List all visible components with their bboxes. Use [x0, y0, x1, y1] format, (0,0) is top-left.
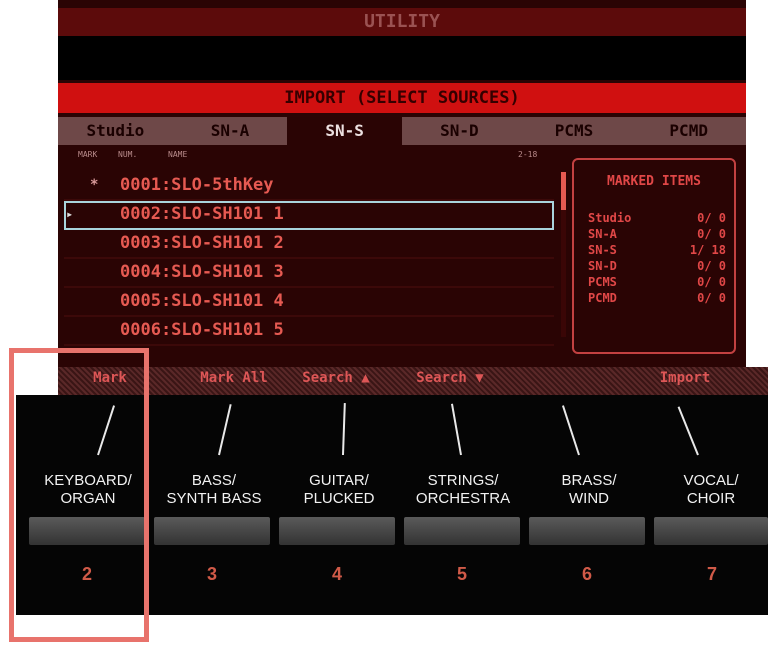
brass-wind-button[interactable]: [529, 517, 645, 545]
tab-studio[interactable]: Studio: [58, 117, 173, 145]
marked-value: 0/ 0: [697, 211, 726, 225]
tab-pcms[interactable]: PCMS: [517, 117, 632, 145]
marked-value: 0/ 0: [697, 275, 726, 289]
import-subtitle: IMPORT (SELECT SOURCES): [58, 83, 746, 113]
marked-value: 0/ 0: [697, 227, 726, 241]
header-name: NAME: [168, 150, 188, 159]
highlight-box: [9, 348, 149, 642]
marked-label: SN-D: [588, 259, 617, 273]
marked-label: PCMS: [588, 275, 617, 289]
category-label-strings-orchestra: STRINGS/ ORCHESTRA: [398, 472, 528, 508]
vocal-choir-button[interactable]: [654, 517, 768, 545]
header-range: 2-18: [518, 150, 538, 159]
strings-orchestra-button[interactable]: [404, 517, 520, 545]
bass-synth-bass-button[interactable]: [154, 517, 270, 545]
category-line: WIND: [569, 490, 609, 507]
function-label-strip: Mark Mark All Search ▲ Search ▼ Import: [58, 367, 768, 395]
button-number: 5: [456, 564, 467, 584]
marked-items-panel: MARKED ITEMS Studio 0/ 0 SN-A 0/ 0 SN-S …: [572, 158, 736, 354]
tone-name: 0001:SLO-5thKey: [120, 175, 274, 195]
list-item[interactable]: 0005:SLO-SH101 4: [64, 288, 554, 317]
category-line: STRINGS/: [427, 472, 499, 489]
tone-name: 0006:SLO-SH101 5: [120, 320, 284, 340]
button-number: 4: [331, 564, 342, 584]
tab-sn-s[interactable]: SN-S: [287, 117, 403, 145]
tab-pcmd[interactable]: PCMD: [631, 117, 746, 145]
func-label-mark-all: Mark All: [200, 370, 268, 386]
screen-header-blank: [58, 36, 746, 80]
category-line: GUITAR/: [309, 472, 369, 489]
func-label-search-down: Search ▼: [416, 370, 484, 386]
category-line: ORCHESTRA: [415, 490, 511, 507]
header-mark: MARK: [78, 150, 98, 159]
tab-sn-a[interactable]: SN-A: [173, 117, 288, 145]
button-number: 7: [706, 564, 717, 584]
marked-label: SN-A: [588, 227, 617, 241]
marked-row-pcms: PCMS 0/ 0: [588, 274, 726, 290]
tone-list: * 0001:SLO-5thKey 0002:SLO-SH101 1 0003:…: [64, 172, 554, 346]
category-line: BRASS/: [561, 472, 617, 489]
marked-row-sn-d: SN-D 0/ 0: [588, 258, 726, 274]
marked-row-pcmd: PCMD 0/ 0: [588, 290, 726, 306]
list-item[interactable]: 0006:SLO-SH101 5: [64, 317, 554, 346]
tone-name: 0003:SLO-SH101 2: [120, 233, 284, 253]
category-label-bass-synth-bass: BASS/ SYNTH BASS: [149, 472, 279, 508]
marked-items-title: MARKED ITEMS: [607, 174, 701, 189]
category-label-brass-wind: BRASS/ WIND: [524, 472, 654, 508]
guitar-plucked-button[interactable]: [279, 517, 395, 545]
marked-value: 0/ 0: [697, 259, 726, 273]
category-line: SYNTH BASS: [166, 490, 262, 507]
marked-row-sn-s: SN-S 1/ 18: [588, 242, 726, 258]
lcd-screen: UTILITY IMPORT (SELECT SOURCES) Studio S…: [58, 0, 746, 395]
marked-label: SN-S: [588, 243, 617, 257]
button-number: 3: [206, 564, 217, 584]
list-item-selected[interactable]: 0002:SLO-SH101 1: [64, 201, 554, 230]
tone-name: 0002:SLO-SH101 1: [120, 204, 284, 224]
list-item[interactable]: * 0001:SLO-5thKey: [64, 172, 554, 201]
category-label-guitar-plucked: GUITAR/ PLUCKED: [274, 472, 404, 508]
marked-value: 0/ 0: [697, 291, 726, 305]
category-line: VOCAL/: [683, 472, 739, 489]
category-line: BASS/: [191, 472, 237, 489]
marked-row-sn-a: SN-A 0/ 0: [588, 226, 726, 242]
marked-label: PCMD: [588, 291, 617, 305]
category-line: CHOIR: [686, 490, 736, 507]
header-num: NUM.: [118, 150, 138, 159]
source-tabs: Studio SN-A SN-S SN-D PCMS PCMD: [58, 117, 746, 145]
tone-name: 0005:SLO-SH101 4: [120, 291, 284, 311]
marked-row-studio: Studio 0/ 0: [588, 210, 726, 226]
screen-title: UTILITY: [58, 8, 746, 36]
tone-name: 0004:SLO-SH101 3: [120, 262, 284, 282]
category-label-vocal-choir: VOCAL/ CHOIR: [646, 472, 768, 508]
tab-sn-d[interactable]: SN-D: [402, 117, 517, 145]
list-scrollbar[interactable]: [561, 172, 566, 337]
list-header: MARK NUM. NAME 2-18: [78, 150, 558, 164]
marked-label: Studio: [588, 211, 632, 225]
func-label-search-up: Search ▲: [302, 370, 370, 386]
list-item[interactable]: 0004:SLO-SH101 3: [64, 259, 554, 288]
button-number: 6: [581, 564, 592, 584]
category-line: PLUCKED: [303, 490, 375, 507]
list-item[interactable]: 0003:SLO-SH101 2: [64, 230, 554, 259]
marked-value: 1/ 18: [689, 243, 726, 257]
func-label-import: Import: [659, 370, 711, 386]
scroll-thumb[interactable]: [561, 172, 566, 210]
mark-indicator: *: [90, 177, 99, 193]
